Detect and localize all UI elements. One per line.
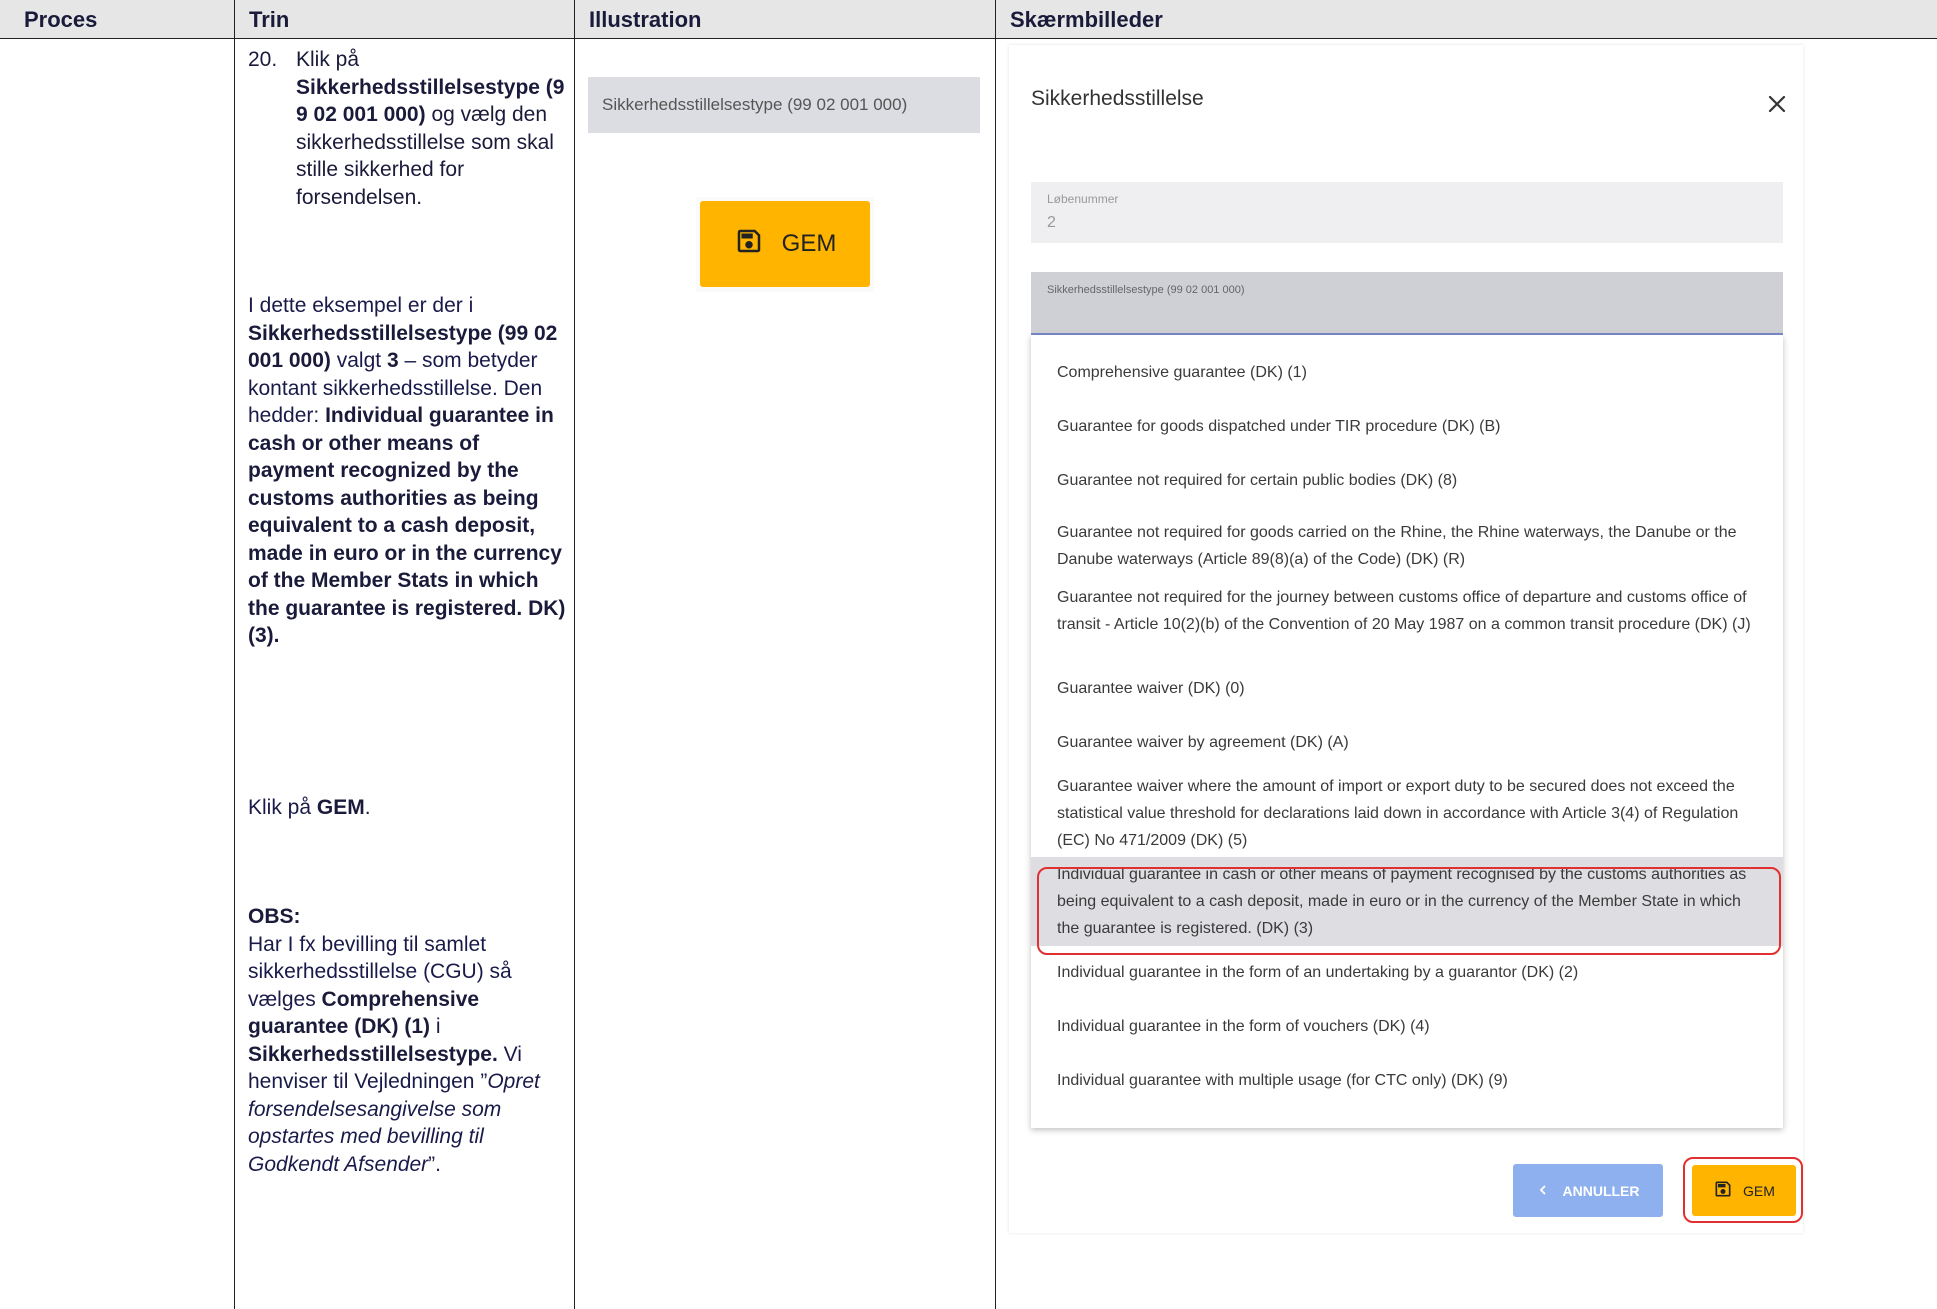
guarantee-dialog: Sikkerhedsstillelse Løbenummer 2 Sikkerh… xyxy=(1009,45,1803,1233)
dropdown-option[interactable]: Guarantee for goods dispatched under TIR… xyxy=(1031,413,1783,440)
dropdown-option[interactable]: Comprehensive guarantee (DK) (1) xyxy=(1031,359,1783,386)
header-illustration: Illustration xyxy=(589,7,702,32)
save-icon xyxy=(734,226,764,263)
illustration-gem-button-frame: GEM xyxy=(696,197,874,292)
save-icon xyxy=(1713,1179,1733,1202)
header-proces: Proces xyxy=(24,7,98,32)
dialog-title: Sikkerhedsstillelse xyxy=(1031,87,1204,110)
lobenummer-label: Løbenummer xyxy=(1047,192,1119,206)
obs-title: OBS: xyxy=(248,905,301,928)
step-number: 20. xyxy=(248,48,278,71)
save-button[interactable]: GEM xyxy=(1692,1165,1796,1216)
obs-note: OBS: Har I fx bevilling til samlet sikke… xyxy=(248,905,540,1176)
chevron-left-icon xyxy=(1537,1183,1549,1199)
guarantee-type-label: Sikkerhedsstillelsestype (99 02 001 000) xyxy=(1047,284,1245,296)
illustration-gem-button: GEM xyxy=(700,201,870,287)
step-instruction: Klik på Sikkerhedsstillelsestype (99 02 … xyxy=(296,48,565,209)
selection-highlight xyxy=(1037,867,1781,955)
dropdown-option[interactable]: Guarantee not required for the journey b… xyxy=(1031,584,1783,638)
dropdown-option[interactable]: Individual guarantee with multiple usage… xyxy=(1031,1067,1783,1094)
dropdown-option[interactable]: Guarantee waiver (DK) (0) xyxy=(1031,675,1783,702)
click-instruction: Klik på GEM. xyxy=(248,796,371,819)
guarantee-type-dropdown: Comprehensive guarantee (DK) (1) Guarant… xyxy=(1031,335,1783,1128)
column-divider xyxy=(995,0,996,1309)
illustration-type-field: Sikkerhedsstillelsestype (99 02 001 000) xyxy=(588,77,980,133)
dropdown-option[interactable]: Guarantee waiver where the amount of imp… xyxy=(1031,773,1783,854)
header-skaermbilleder: Skærmbilleder xyxy=(1010,7,1163,32)
dropdown-option[interactable]: Guarantee waiver by agreement (DK) (A) xyxy=(1031,729,1783,756)
example-paragraph: I dette eksempel er der i Sikkerhedsstil… xyxy=(248,294,566,647)
column-divider xyxy=(574,0,575,1309)
dropdown-option[interactable]: Guarantee not required for goods carried… xyxy=(1031,519,1783,573)
lobenummer-value: 2 xyxy=(1047,214,1056,231)
close-icon[interactable] xyxy=(1766,93,1788,115)
cancel-button[interactable]: ANNULLER xyxy=(1513,1164,1663,1217)
guarantee-type-select[interactable]: Sikkerhedsstillelsestype (99 02 001 000) xyxy=(1031,272,1783,335)
dropdown-option[interactable]: Guarantee not required for certain publi… xyxy=(1031,467,1783,494)
lobenummer-field: Løbenummer 2 xyxy=(1031,182,1783,243)
table-header: Proces Trin Illustration Skærmbilleder xyxy=(0,0,1937,39)
dropdown-option[interactable]: Individual guarantee in the form of vouc… xyxy=(1031,1013,1783,1040)
dropdown-option[interactable]: Individual guarantee in the form of an u… xyxy=(1031,959,1783,986)
column-divider xyxy=(234,0,235,1309)
